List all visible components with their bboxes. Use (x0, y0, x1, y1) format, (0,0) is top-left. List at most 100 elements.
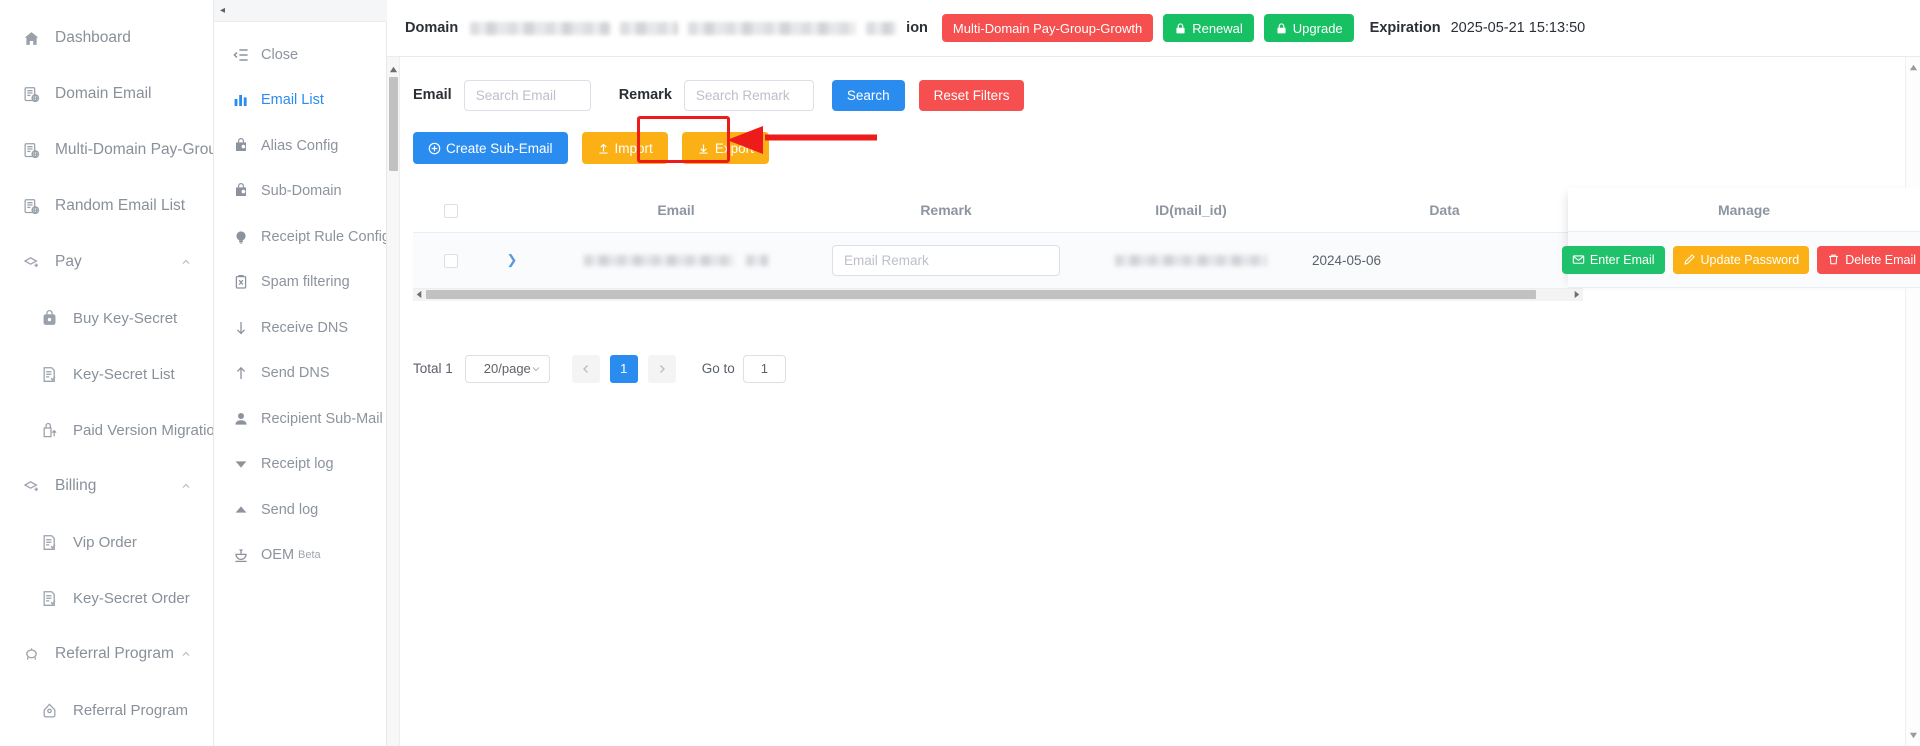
sidebar-item-multi-domain-pay-group[interactable]: Multi-Domain Pay-Group (0, 122, 213, 178)
renewal-button[interactable]: Renewal (1163, 14, 1254, 42)
subnav-item-send-dns[interactable]: Send DNS (214, 351, 386, 397)
sidebar-item-domain-email[interactable]: Domain Email (0, 66, 213, 122)
subnav-item-label: OEM (261, 547, 295, 564)
action-bar: Create Sub-Email Import Export (413, 116, 1920, 164)
content-area: Domain ion Multi-Domain Pay-Group-Growth… (387, 0, 1920, 746)
subnav-item-close[interactable]: Close (214, 32, 386, 78)
collapse-left-icon: ◂ (220, 4, 226, 16)
total-count-label: Total 1 (413, 361, 453, 376)
sidebar-item-referral-program[interactable]: Referral Program (0, 626, 213, 682)
panel-vertical-scrollbar[interactable] (387, 57, 400, 746)
chevron-down-icon (531, 364, 541, 374)
column-header-mail-id: ID(mail_id) (1076, 188, 1306, 233)
import-button[interactable]: Import (581, 132, 668, 164)
chevron-up-icon[interactable] (181, 481, 191, 491)
select-all-header (413, 188, 488, 233)
subnav-item-recipient-sub-mail[interactable]: Recipient Sub-Mail (214, 396, 386, 442)
goto-page-input[interactable] (742, 354, 786, 383)
search-remark-input[interactable] (683, 79, 814, 111)
sidebar-item-dashboard[interactable]: Dashboard (0, 10, 213, 66)
sidebar-item-billing[interactable]: Billing (0, 458, 213, 514)
domain-value-masked-1 (470, 21, 611, 35)
cell-email (536, 232, 816, 289)
email-value-masked-suffix (746, 255, 769, 267)
subnav-item-sub-domain[interactable]: Sub-Domain (214, 169, 386, 215)
sidebar-item-referral-program[interactable]: Referral Program (0, 682, 213, 738)
subnav-collapse-toggle[interactable]: ◂ (214, 0, 387, 22)
subnav-item-spam-filtering[interactable]: Spam filtering (214, 260, 386, 306)
reset-filters-button[interactable]: Reset Filters (918, 79, 1025, 111)
sidebar-item-referred-user-list[interactable]: Referred User List (0, 738, 213, 746)
sidebar-item-paid-version-migration[interactable]: Paid Version Migration (0, 402, 213, 458)
cell-remark (816, 232, 1076, 289)
alias-icon (232, 182, 250, 200)
scrollbar-thumb[interactable] (389, 77, 398, 171)
manage-actions-cell: Enter Email Update Password Delete Email (1561, 232, 1920, 288)
create-sub-email-button[interactable]: Create Sub-Email (413, 132, 568, 164)
cell-date: 2024-05-06 (1306, 232, 1583, 289)
column-header-manage: Manage (1568, 188, 1920, 232)
subnav-item-receipt-rule-config[interactable]: Receipt Rule Config (214, 214, 386, 260)
expiration-value: 2025-05-21 15:13:50 (1450, 20, 1586, 36)
sidebar-item-label: Paid Version Migration (73, 421, 213, 439)
export-button[interactable]: Export (681, 132, 769, 164)
email-value-masked (583, 255, 734, 267)
bulb-icon (232, 228, 250, 246)
scrollbar-thumb[interactable] (426, 290, 1536, 299)
doc-list-icon (40, 365, 59, 384)
chevron-right-icon[interactable]: ❯ (507, 252, 518, 267)
delete-email-button[interactable]: Delete Email (1817, 245, 1920, 274)
subnav-list: Close Email List Alias Config Sub-Domain Rec… (214, 22, 387, 746)
sidebar-item-key-secret-order[interactable]: Key-Secret Order (0, 570, 213, 626)
chevron-up-icon[interactable] (181, 257, 191, 267)
email-list-panel: Email Remark Search Reset Filters (387, 57, 1920, 746)
subnav-item-receive-dns[interactable]: Receive DNS (214, 305, 386, 351)
oem-icon (232, 546, 250, 564)
subnav-item-label: Spam filtering (261, 274, 350, 291)
select-all-checkbox[interactable] (443, 203, 458, 218)
sidebar-item-pay[interactable]: Pay (0, 234, 213, 290)
domain-topbar: Domain ion Multi-Domain Pay-Group-Growth… (387, 0, 1920, 57)
sidebar-item-buy-key-secret[interactable]: Buy Key-Secret (0, 290, 213, 346)
sidebar-item-label: Key-Secret Order (73, 589, 190, 607)
scroll-left-icon[interactable] (415, 290, 424, 299)
subnav-item-email-list[interactable]: Email List (214, 78, 386, 124)
migration-icon (40, 421, 59, 440)
sidebar-item-label: Pay (55, 253, 82, 270)
prev-page-button[interactable] (571, 354, 600, 383)
triangle-up-icon (232, 501, 250, 519)
sidebar-item-label: Referral Program (55, 645, 174, 662)
lock-icon (1174, 22, 1187, 35)
page-size-select[interactable]: 20/page (464, 354, 550, 383)
scrollbar-track[interactable] (426, 290, 1570, 299)
table-horizontal-scrollbar[interactable] (413, 288, 1583, 301)
chevron-up-icon[interactable] (181, 649, 191, 659)
subnav-item-send-log[interactable]: Send log (214, 487, 386, 533)
sidebar-item-label: Random Email List (55, 197, 186, 214)
upgrade-button[interactable]: Upgrade (1263, 14, 1354, 42)
search-email-input[interactable] (463, 79, 591, 111)
plan-tag-badge[interactable]: Multi-Domain Pay-Group-Growth (941, 14, 1154, 42)
row-checkbox[interactable] (443, 253, 458, 268)
email-remark-input[interactable] (832, 244, 1060, 276)
update-password-button[interactable]: Update Password (1672, 245, 1810, 274)
next-page-button[interactable] (647, 354, 676, 383)
page-number-1[interactable]: 1 (609, 354, 638, 383)
subnav-item-receipt-log[interactable]: Receipt log (214, 442, 386, 488)
email-table-container: Email Remark ID(mail_id) Data ❯ Email Re… (413, 188, 1920, 301)
sidebar-item-label: Buy Key-Secret (73, 309, 178, 327)
sidebar-item-key-secret-list[interactable]: Key-Secret List (0, 346, 213, 402)
sidebar-item-random-email-list[interactable]: Random Email List (0, 178, 213, 234)
import-label: Import (614, 140, 653, 156)
search-button[interactable]: Search (831, 79, 905, 111)
subnav-item-oem[interactable]: OEM Beta (214, 533, 386, 579)
scroll-right-icon[interactable] (1572, 290, 1581, 299)
sidebar-item-vip-order[interactable]: Vip Order (0, 514, 213, 570)
subnav-item-alias-config[interactable]: Alias Config (214, 123, 386, 169)
person-icon (232, 410, 250, 428)
enter-email-label: Enter Email (1589, 252, 1655, 267)
goto-label: Go to (701, 361, 735, 376)
enter-email-button[interactable]: Enter Email (1561, 245, 1665, 274)
scroll-up-icon[interactable] (389, 65, 398, 74)
pay-icon (22, 253, 41, 272)
